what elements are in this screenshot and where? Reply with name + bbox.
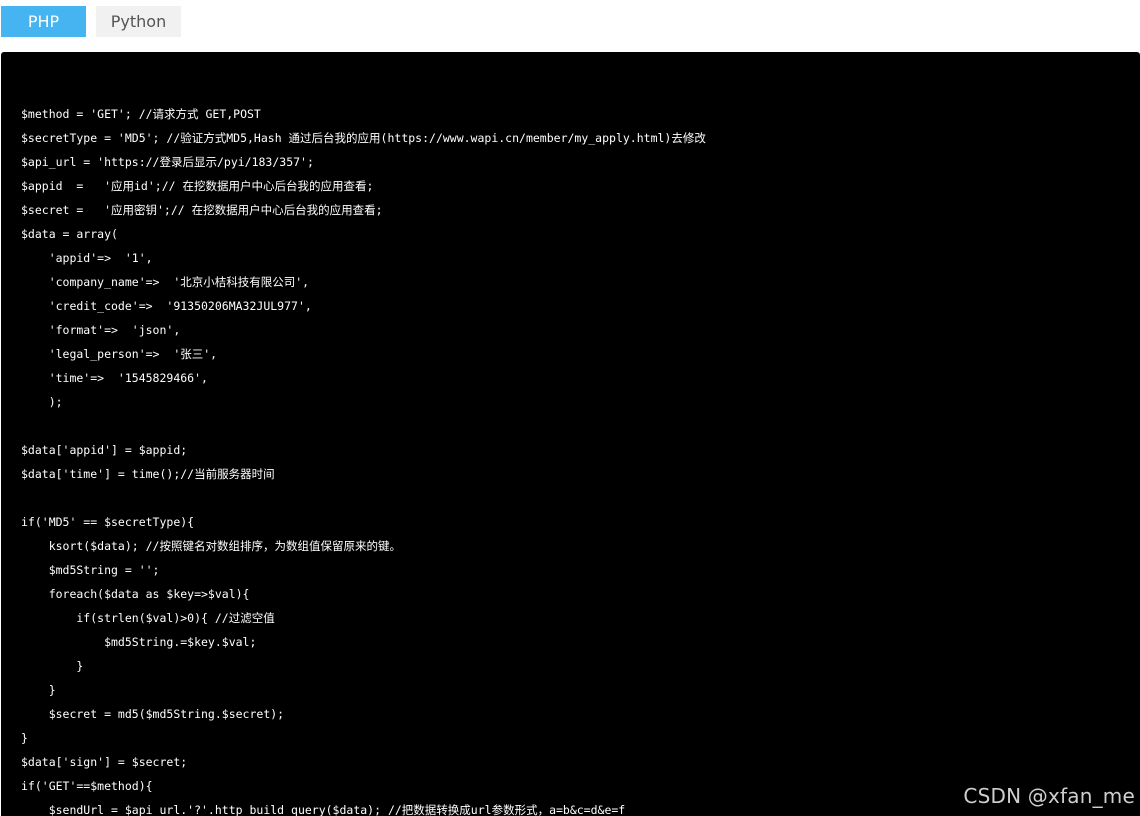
code-line: if(strlen($val)>0){ //过滤空值 [21, 611, 275, 625]
code-line: $data['time'] = time();//当前服务器时间 [21, 467, 275, 481]
code-line: ); [21, 395, 63, 409]
code-line: } [21, 659, 84, 673]
code-line: ksort($data); //按照键名对数组排序，为数组值保留原来的键。 [21, 539, 401, 553]
code-line: 'legal_person'=> '张三', [21, 347, 218, 361]
code-line: $md5String = ''; [21, 563, 160, 577]
code-line: if('MD5' == $secretType){ [21, 515, 195, 529]
code-line: $md5String.=$key.$val; [21, 635, 257, 649]
language-tabs: PHP Python [1, 6, 181, 37]
code-lines: $method = 'GET'; //请求方式 GET,POST $secret… [21, 102, 706, 816]
code-line: $method = 'GET'; //请求方式 GET,POST [21, 107, 261, 121]
code-line: $sendUrl = $api_url.'?'.http_build_query… [21, 803, 626, 816]
code-line: 'time'=> '1545829466', [21, 371, 208, 385]
code-line: $secret = '应用密钥';// 在挖数据用户中心后台我的应用查看; [21, 203, 383, 217]
code-line: $secret = md5($md5String.$secret); [21, 707, 285, 721]
watermark: CSDN @xfan_me [963, 784, 1135, 808]
code-line: if('GET'==$method){ [21, 779, 153, 793]
tab-python[interactable]: Python [96, 6, 181, 37]
tab-php[interactable]: PHP [1, 6, 86, 37]
code-line: foreach($data as $key=>$val){ [21, 587, 250, 601]
code-line: $data = array( [21, 227, 118, 241]
code-line: 'credit_code'=> '91350206MA32JUL977', [21, 299, 312, 313]
code-block: $method = 'GET'; //请求方式 GET,POST $secret… [1, 52, 1140, 816]
code-line: $appid = '应用id';// 在挖数据用户中心后台我的应用查看; [21, 179, 374, 193]
code-line: $data['sign'] = $secret; [21, 755, 188, 769]
code-line: $secretType = 'MD5'; //验证方式MD5,Hash 通过后台… [21, 131, 706, 145]
code-line: } [21, 683, 56, 697]
code-line: 'format'=> 'json', [21, 323, 181, 337]
code-line: 'company_name'=> '北京小桔科技有限公司', [21, 275, 310, 289]
code-line: $api_url = 'https://登录后显示/pyi/183/357'; [21, 155, 314, 169]
code-line: $data['appid'] = $appid; [21, 443, 188, 457]
code-line: } [21, 731, 28, 745]
code-line: 'appid'=> '1', [21, 251, 153, 265]
